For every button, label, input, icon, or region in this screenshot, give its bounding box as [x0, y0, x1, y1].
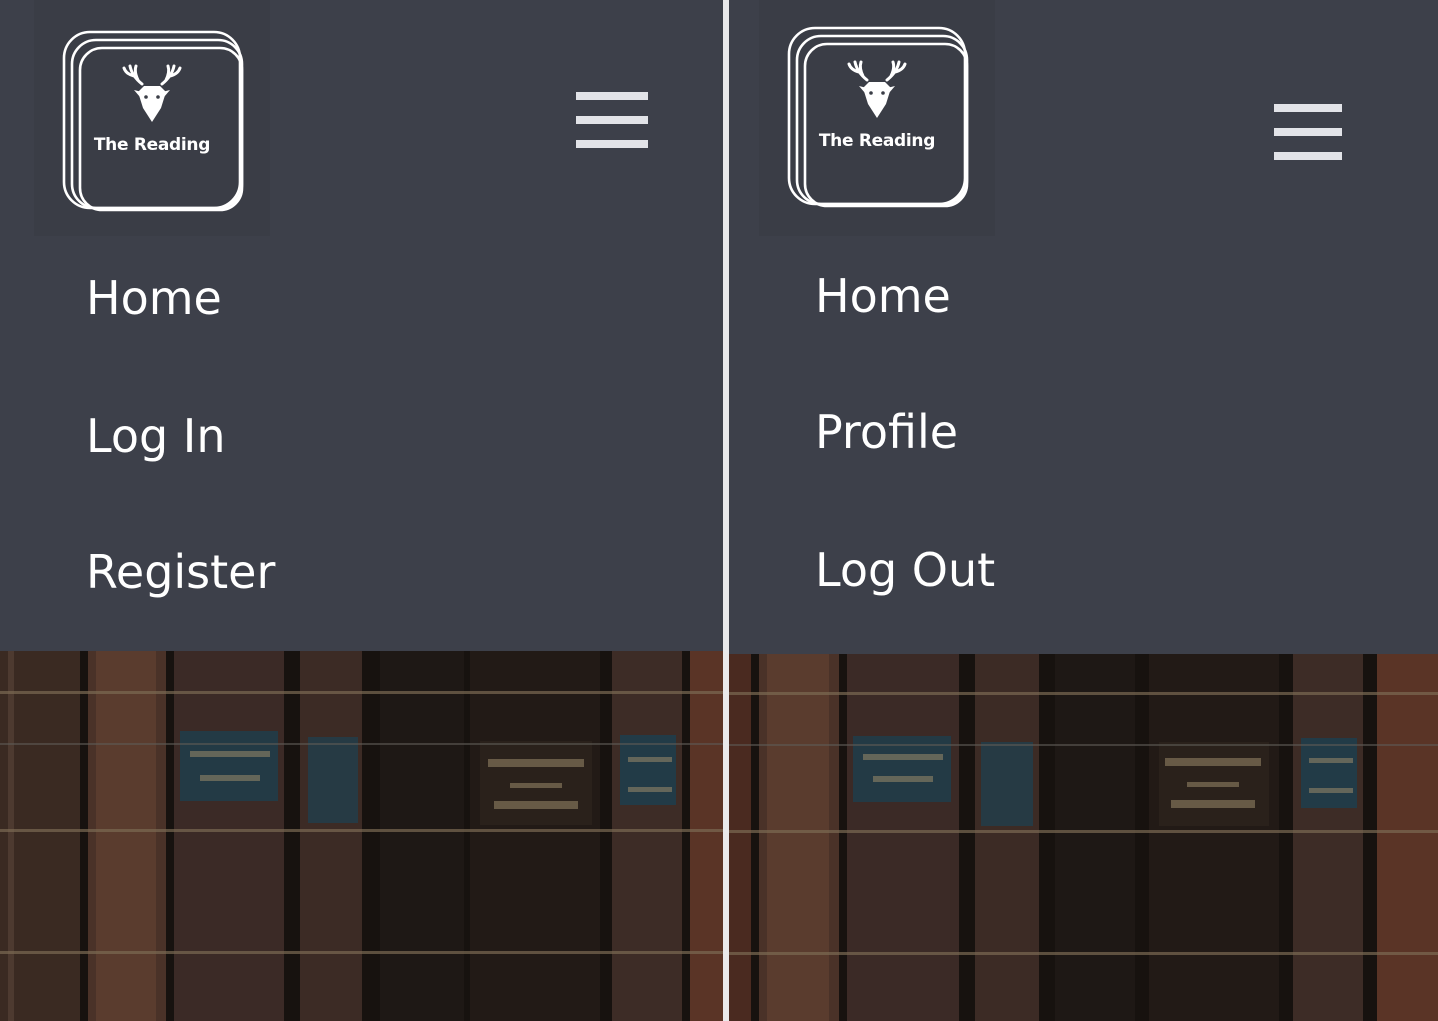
nav-link-register[interactable]: Register [86, 544, 275, 600]
deer-head-icon [122, 64, 182, 122]
brand-logo[interactable]: The Reading [759, 0, 995, 236]
books-background [0, 651, 723, 1021]
nav-link-log-out[interactable]: Log Out [815, 542, 995, 598]
hamburger-menu-icon[interactable] [576, 92, 648, 149]
logo-text: The Reading [93, 135, 211, 155]
logo-frame-graphic [787, 26, 969, 208]
nav-link-log-in[interactable]: Log In [86, 408, 226, 464]
nav-link-home[interactable]: Home [815, 268, 951, 324]
navbar-expanded: The Reading Home Log In Register [0, 0, 723, 651]
hamburger-menu-icon[interactable] [1274, 104, 1342, 161]
logo-text: The Reading [818, 131, 936, 151]
deer-head-icon [847, 60, 907, 118]
nav-link-home[interactable]: Home [86, 270, 222, 326]
logo-frame-graphic [62, 30, 244, 212]
nav-link-profile[interactable]: Profile [815, 404, 958, 460]
brand-logo[interactable]: The Reading [34, 0, 270, 236]
book-spines-image [729, 654, 1438, 1021]
navbar-screen-logged-out: The Reading Home Log In Register [0, 0, 723, 1021]
books-background [729, 654, 1438, 1021]
navbar-expanded: The Reading Home Profile Log Out [729, 0, 1438, 654]
navbar-screen-logged-in: The Reading Home Profile Log Out [729, 0, 1438, 1021]
book-spines-image [0, 651, 723, 1021]
